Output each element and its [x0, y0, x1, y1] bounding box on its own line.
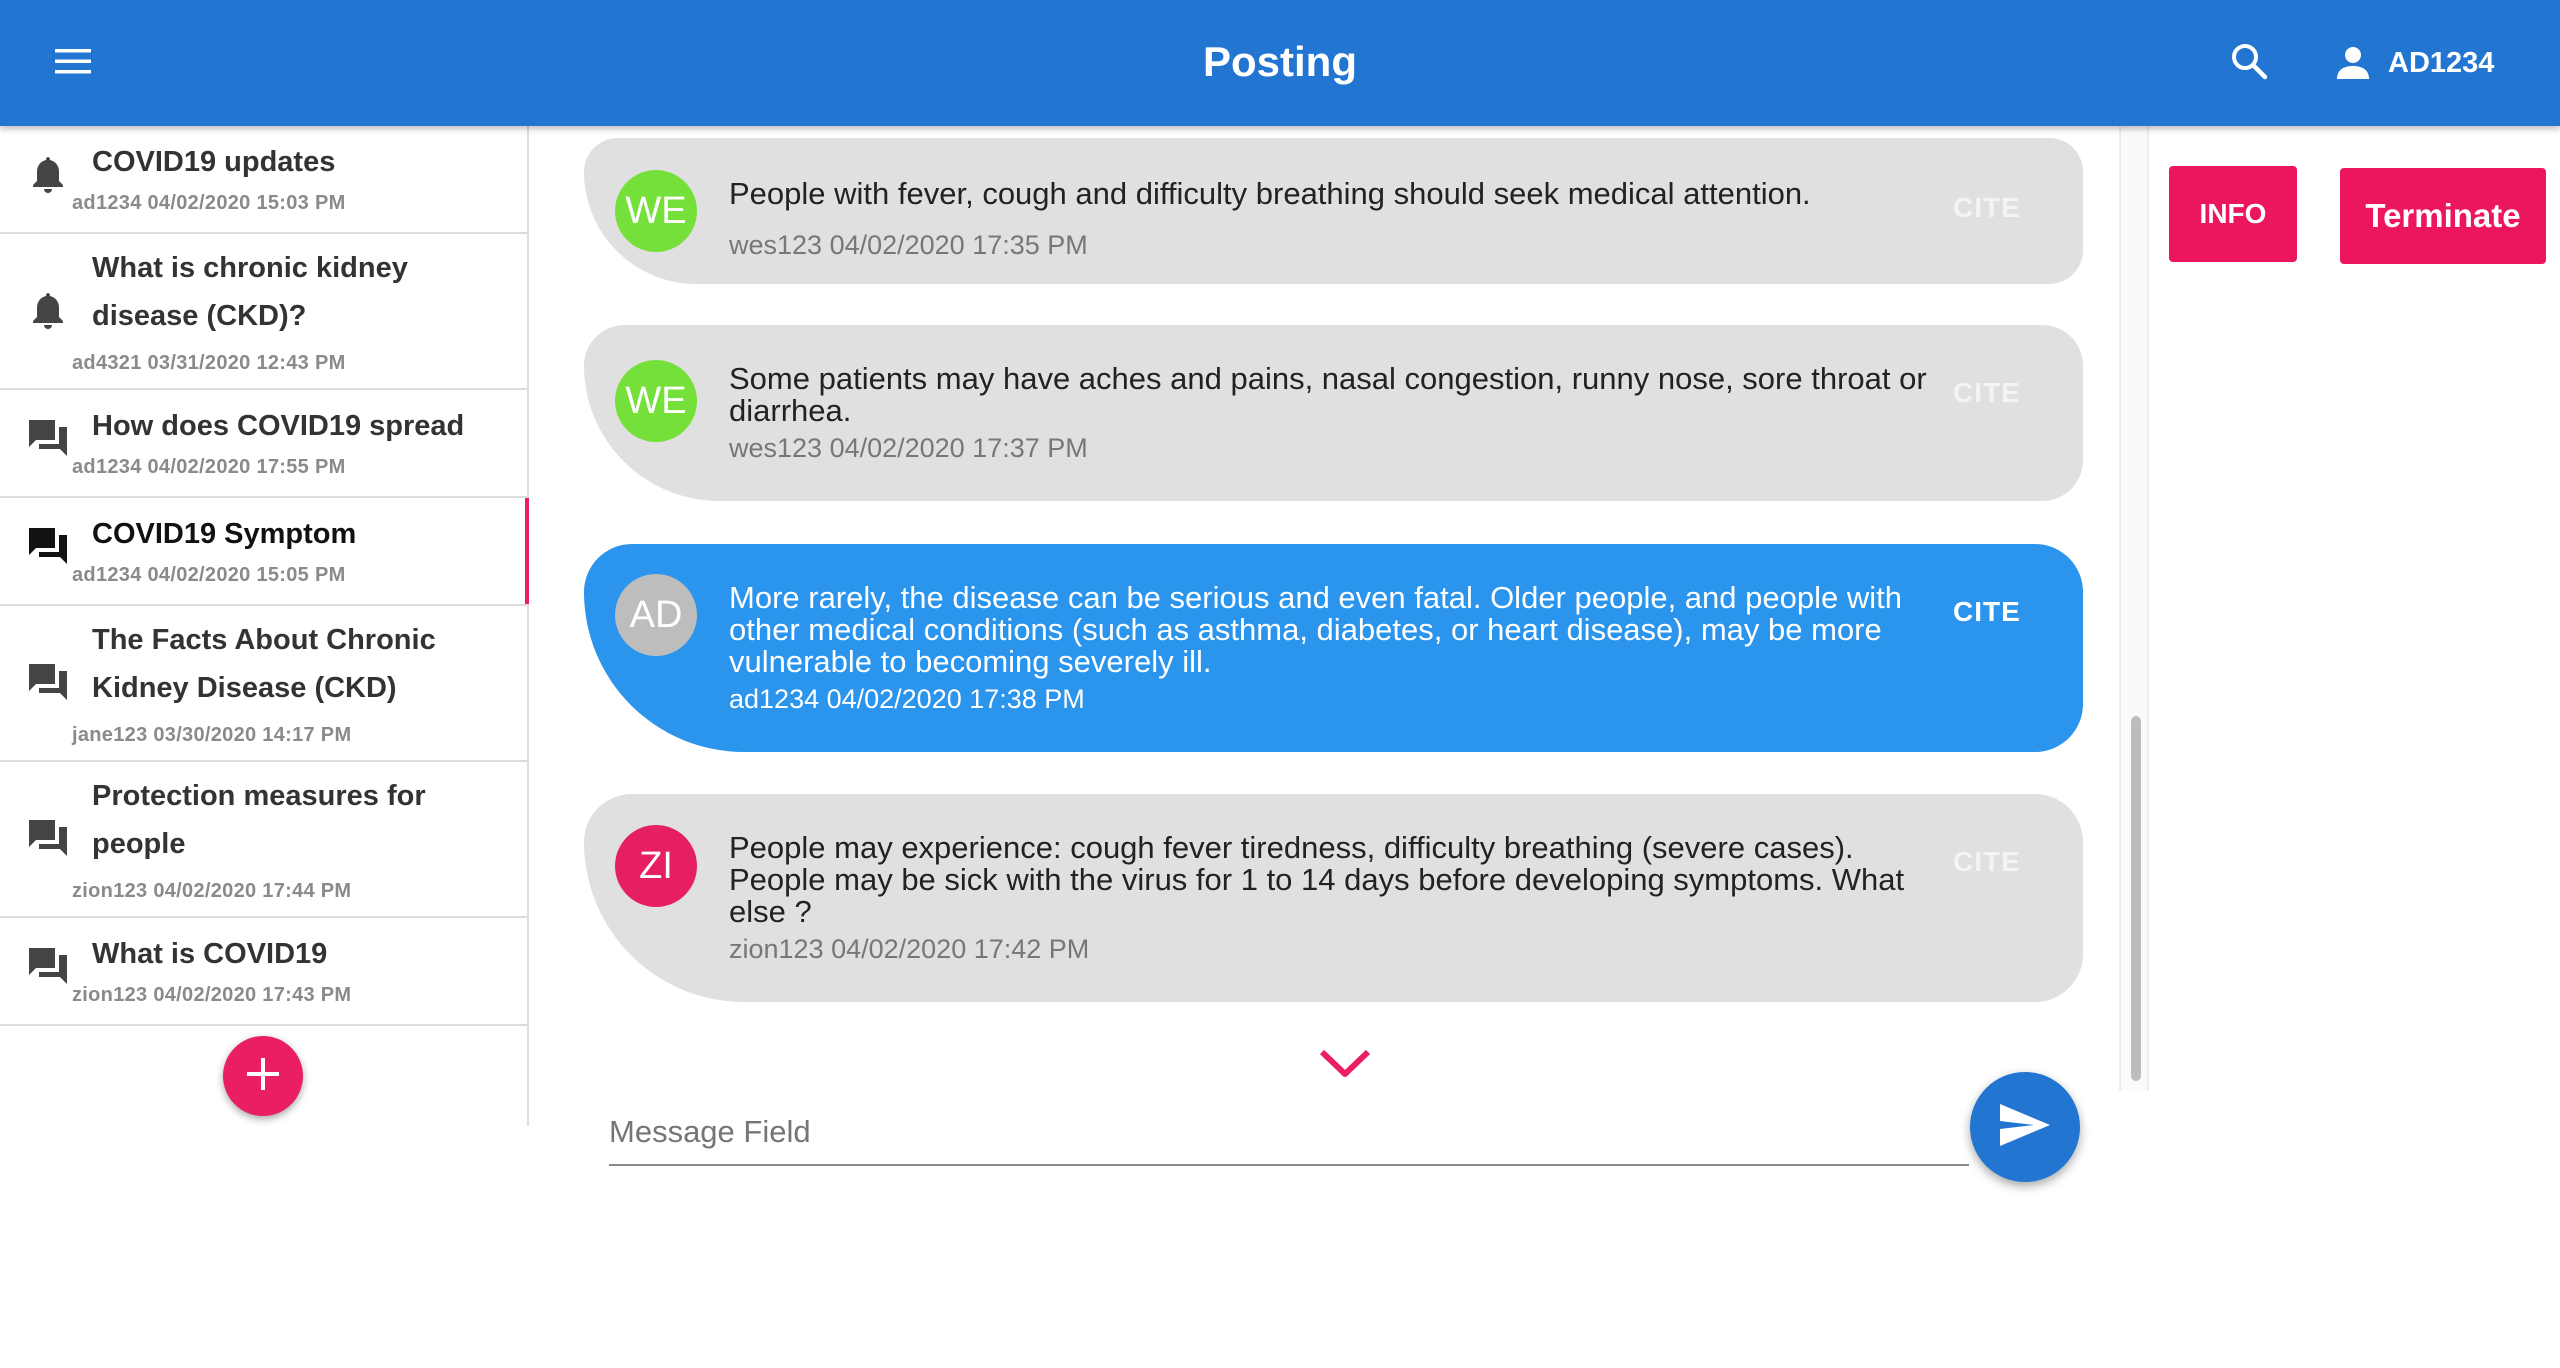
- thread-title: The Facts About Chronic Kidney Disease (…: [92, 624, 436, 704]
- message-text: Some patients may have aches and pains, …: [729, 361, 1927, 428]
- thread-title: What is chronic kidney disease (CKD)?: [92, 252, 408, 332]
- thread-title: COVID19 Symptom: [92, 518, 357, 550]
- info-button[interactable]: INFO: [2169, 166, 2297, 262]
- thread-meta: ad4321 03/31/2020 12:43 PM: [72, 352, 346, 374]
- thread-title: What is COVID19: [92, 938, 328, 970]
- avatar: WE: [615, 170, 697, 252]
- thread-title: COVID19 updates: [92, 146, 336, 178]
- cite-button[interactable]: CITE: [1953, 192, 2021, 224]
- message-bubble: WE People with fever, cough and difficul…: [584, 138, 2083, 284]
- menu-icon: [53, 46, 93, 81]
- message-text: People may experience: cough fever tired…: [729, 830, 1905, 929]
- thread-meta: ad1234 04/02/2020 15:05 PM: [72, 564, 346, 586]
- message-text: People with fever, cough and difficulty …: [729, 176, 1811, 211]
- send-icon: [1998, 1102, 2052, 1153]
- thread-item[interactable]: The Facts About Chronic Kidney Disease (…: [0, 606, 527, 762]
- thread-title: Protection measures for people: [92, 780, 426, 860]
- search-icon: [2229, 41, 2269, 86]
- terminate-button[interactable]: Terminate: [2340, 168, 2546, 264]
- cite-button[interactable]: CITE: [1953, 377, 2021, 409]
- thread-item-active[interactable]: COVID19 Symptom ad1234 04/02/2020 15:05 …: [0, 498, 529, 606]
- message-meta: zion123 04/02/2020 17:42 PM: [729, 934, 1090, 964]
- page-title: Posting: [1203, 38, 1357, 85]
- thread-item[interactable]: What is chronic kidney disease (CKD)? ad…: [0, 234, 527, 390]
- thread-item[interactable]: Protection measures for people zion123 0…: [0, 762, 527, 918]
- forum-icon: [26, 816, 70, 860]
- cite-button[interactable]: CITE: [1953, 596, 2021, 628]
- app-bar: Posting AD1234: [0, 0, 2560, 126]
- send-button[interactable]: [1970, 1072, 2080, 1182]
- avatar: ZI: [615, 825, 697, 907]
- cite-button[interactable]: CITE: [1953, 846, 2021, 878]
- scroll-to-bottom-button[interactable]: [1310, 1040, 1380, 1090]
- plus-icon: [245, 1056, 281, 1097]
- user-account-button[interactable]: AD1234: [2320, 26, 2508, 100]
- message-bubble-own: AD More rarely, the disease can be serio…: [584, 544, 2083, 752]
- bell-icon: [26, 288, 70, 332]
- message-meta: wes123 04/02/2020 17:35 PM: [729, 230, 1088, 260]
- thread-item[interactable]: How does COVID19 spread ad1234 04/02/202…: [0, 390, 527, 498]
- message-meta: wes123 04/02/2020 17:37 PM: [729, 433, 1088, 463]
- add-thread-button[interactable]: [223, 1036, 303, 1116]
- search-button[interactable]: [2218, 32, 2280, 94]
- person-icon: [2334, 44, 2372, 82]
- thread-meta: jane123 03/30/2020 14:17 PM: [72, 724, 352, 746]
- forum-icon: [26, 944, 70, 988]
- chevron-down-icon: [1318, 1046, 1372, 1085]
- scrollbar-thumb[interactable]: [2131, 716, 2141, 1081]
- thread-sidebar: COVID19 updates ad1234 04/02/2020 15:03 …: [0, 126, 529, 1126]
- forum-icon: [26, 660, 70, 704]
- message-scrollbar[interactable]: [2119, 126, 2149, 1091]
- thread-item[interactable]: COVID19 updates ad1234 04/02/2020 15:03 …: [0, 126, 527, 234]
- thread-meta: ad1234 04/02/2020 15:03 PM: [72, 192, 346, 214]
- message-list: WE People with fever, cough and difficul…: [529, 126, 2119, 1086]
- message-bubble: ZI People may experience: cough fever ti…: [584, 794, 2083, 1002]
- message-meta: ad1234 04/02/2020 17:38 PM: [729, 684, 1085, 714]
- thread-item[interactable]: What is COVID19 zion123 04/02/2020 17:43…: [0, 918, 527, 1026]
- forum-icon: [26, 524, 70, 568]
- bell-icon: [26, 152, 70, 196]
- forum-icon: [26, 416, 70, 460]
- avatar: AD: [615, 574, 697, 656]
- avatar: WE: [615, 360, 697, 442]
- message-text: More rarely, the disease can be serious …: [729, 580, 1902, 679]
- message-bubble: WE Some patients may have aches and pain…: [584, 325, 2083, 501]
- username-label: AD1234: [2388, 46, 2495, 79]
- thread-title: How does COVID19 spread: [92, 410, 465, 442]
- message-input[interactable]: [609, 1106, 1969, 1166]
- thread-meta: zion123 04/02/2020 17:43 PM: [72, 984, 352, 1006]
- thread-meta: ad1234 04/02/2020 17:55 PM: [72, 456, 346, 478]
- thread-meta: zion123 04/02/2020 17:44 PM: [72, 880, 352, 902]
- menu-button[interactable]: [42, 32, 104, 94]
